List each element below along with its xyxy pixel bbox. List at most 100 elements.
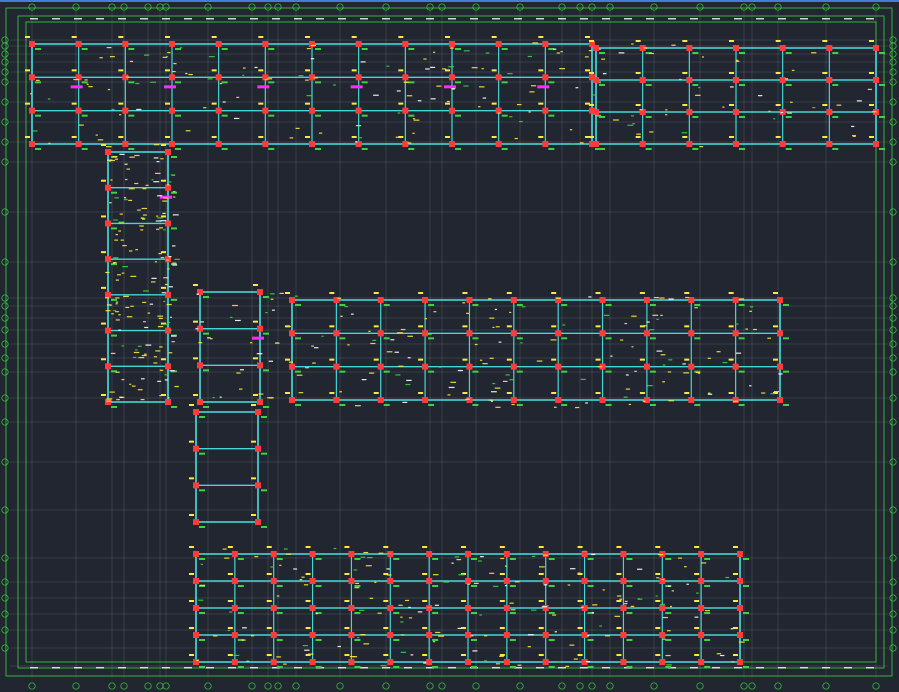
annotation-speck xyxy=(778,373,783,375)
rebar-tag xyxy=(775,40,781,42)
annotation-speck xyxy=(355,125,362,127)
rebar-tag xyxy=(783,337,789,340)
column xyxy=(466,363,473,370)
rebar-tag xyxy=(25,136,30,138)
annotation-speck xyxy=(340,315,343,317)
rebar-tag xyxy=(428,337,435,340)
axis-bubble xyxy=(274,3,282,11)
rebar-tag xyxy=(635,136,641,138)
rebar-tag xyxy=(373,292,379,294)
annotation-speck xyxy=(614,615,621,617)
annotation-speck xyxy=(543,584,548,586)
column xyxy=(105,256,111,263)
annotation-speck xyxy=(160,256,165,259)
rebar-tag xyxy=(361,114,368,117)
column xyxy=(289,297,295,303)
annotation-speck xyxy=(236,372,241,374)
rebar-tag xyxy=(599,116,605,118)
dimension-tick xyxy=(602,667,610,669)
column xyxy=(426,578,433,584)
annotation-speck xyxy=(125,76,130,78)
annotation-speck xyxy=(448,386,455,389)
column xyxy=(402,107,409,114)
rebar-tag xyxy=(261,489,267,492)
beam-outline xyxy=(199,291,261,403)
axis-bubble xyxy=(1,578,9,586)
annotation-speck xyxy=(761,392,766,394)
rebar-tag xyxy=(561,404,568,406)
rebar-tag xyxy=(635,72,641,74)
column xyxy=(732,330,739,337)
annotation-speck xyxy=(473,582,479,585)
rebar-tag xyxy=(81,48,88,50)
rebar-tag xyxy=(455,48,461,50)
dimension-tick xyxy=(184,18,192,20)
rebar-tag xyxy=(639,358,645,361)
rebar-tag xyxy=(315,148,321,150)
annotation-speck xyxy=(161,292,166,294)
dimension-tick xyxy=(294,18,302,20)
axis-bubble xyxy=(204,682,212,690)
column xyxy=(449,107,455,114)
rebar-tag xyxy=(538,627,544,629)
annotation-speck xyxy=(655,595,658,597)
rebar-tag xyxy=(775,72,781,74)
annotation-speck xyxy=(597,366,603,368)
rebar-tag xyxy=(35,81,41,84)
column xyxy=(581,605,588,611)
rebar-tag xyxy=(258,69,264,72)
rebar-tag xyxy=(175,81,181,84)
column xyxy=(333,397,340,403)
rebar-tag xyxy=(729,104,734,106)
rebar-tag xyxy=(428,404,435,406)
annotation-speck xyxy=(142,188,147,190)
axis-bubble xyxy=(889,418,897,426)
axis-bubble xyxy=(336,3,344,11)
annotation-speck xyxy=(404,599,410,602)
column xyxy=(779,141,786,147)
annotation-speck xyxy=(502,380,508,382)
column xyxy=(231,659,238,665)
annotation-speck xyxy=(686,583,689,585)
axis-bubble xyxy=(889,458,897,466)
column xyxy=(542,107,549,114)
annotation-speck xyxy=(624,322,628,325)
rebar-tag xyxy=(869,136,874,138)
dimension-tick xyxy=(580,18,588,20)
annotation-speck xyxy=(679,78,682,81)
annotation-speck xyxy=(550,339,557,341)
annotation-speck xyxy=(592,94,597,96)
rebar-tag xyxy=(398,69,404,72)
annotation-speck xyxy=(198,342,203,344)
annotation-speck xyxy=(370,342,376,345)
annotation-speck xyxy=(311,44,316,47)
axis-bubble xyxy=(650,3,658,11)
rebar-tag xyxy=(351,102,357,105)
annotation-speck xyxy=(642,400,646,402)
building-block xyxy=(189,546,749,668)
rebar-tag xyxy=(199,452,205,455)
annotation-speck xyxy=(153,157,159,159)
column xyxy=(377,363,384,370)
rebar-tag xyxy=(445,69,450,72)
rebar-tag xyxy=(595,325,601,328)
rebar-tag xyxy=(193,357,198,360)
annotation-speck xyxy=(791,69,795,71)
annotation-speck xyxy=(631,43,634,45)
rebar-tag xyxy=(869,104,874,106)
annotation-speck xyxy=(115,311,119,313)
axis-bubble xyxy=(889,314,897,322)
rebar-tag xyxy=(227,573,233,575)
rebar-tag xyxy=(251,404,256,406)
rebar-tag xyxy=(445,36,450,38)
annotation-speck xyxy=(162,56,168,58)
annotation-speck xyxy=(412,132,415,134)
rebar-tag xyxy=(373,392,379,394)
annotation-speck xyxy=(397,332,403,334)
axis-bubble xyxy=(889,506,897,514)
annotation-speck xyxy=(143,290,149,292)
annotation-speck xyxy=(169,181,172,183)
annotation-speck xyxy=(119,114,122,116)
cad-drawing-canvas[interactable] xyxy=(0,2,899,692)
annotation-speck xyxy=(627,124,634,126)
